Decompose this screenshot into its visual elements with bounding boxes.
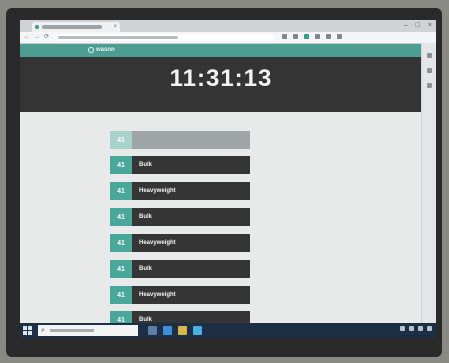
window-controls: – □ × — [404, 22, 432, 30]
logo-text: wasnn — [96, 47, 115, 53]
schedule-row[interactable]: 41 Heavyweight — [110, 182, 352, 200]
logo-icon — [88, 47, 94, 53]
windows-taskbar: ⌕ — [20, 323, 436, 338]
system-tray — [400, 326, 432, 331]
profile-icon[interactable] — [326, 34, 331, 39]
address-bar-row: ← → ⟳ — [20, 32, 436, 44]
back-icon[interactable]: ← — [24, 34, 30, 41]
url-text — [58, 36, 178, 39]
start-button[interactable] — [23, 326, 32, 335]
tab-close-icon[interactable]: × — [113, 23, 117, 31]
scroll-icon[interactable] — [426, 68, 432, 73]
taskbar-apps — [148, 326, 202, 335]
schedule-row[interactable]: 41 Heavyweight — [110, 234, 352, 252]
load-type-label — [132, 131, 250, 149]
schedule-row[interactable]: 41 Bulk — [110, 156, 352, 174]
door-badge: 41 — [110, 286, 132, 304]
scroll-icon[interactable] — [426, 53, 432, 58]
door-badge: 41 — [110, 208, 132, 226]
door-badge: 41 — [110, 182, 132, 200]
forward-icon[interactable]: → — [34, 34, 40, 41]
url-input[interactable] — [54, 34, 274, 41]
search-icon: ⌕ — [41, 327, 45, 334]
extension-icon[interactable] — [282, 34, 287, 39]
reload-icon[interactable]: ⟳ — [44, 34, 49, 41]
search-placeholder — [50, 329, 94, 332]
taskbar-search-input[interactable]: ⌕ — [38, 325, 138, 336]
load-type-label: Bulk — [132, 260, 250, 278]
load-type-label: Bulk — [132, 208, 250, 226]
browser-tab[interactable]: × — [32, 22, 120, 32]
nav-buttons: ← → ⟳ — [24, 34, 49, 41]
app-header: wasnn — [20, 44, 436, 57]
schedule-board: 41 41 Bulk 41 Heavyweight 41 Bulk 41 Hea… — [20, 111, 422, 329]
clock-tray-icon[interactable] — [418, 326, 423, 331]
task-view-icon[interactable] — [148, 326, 157, 335]
screen: × – □ × ← → ⟳ wasnn 11:31:13 41 41 Bulk … — [20, 20, 436, 338]
browser-tab-strip: × – □ × — [20, 20, 436, 32]
maximize-button[interactable]: □ — [416, 22, 420, 30]
browser-app-icon[interactable] — [163, 326, 172, 335]
door-badge: 41 — [110, 234, 132, 252]
schedule-row[interactable]: 41 Heavyweight — [110, 286, 352, 304]
load-type-label: Heavyweight — [132, 234, 250, 252]
file-explorer-icon[interactable] — [178, 326, 187, 335]
windows-logo-icon — [23, 326, 27, 330]
windows-logo-icon — [23, 331, 27, 335]
schedule-row[interactable]: 41 Bulk — [110, 260, 352, 278]
minimize-button[interactable]: – — [404, 22, 408, 30]
schedule-row[interactable]: 41 — [110, 131, 352, 149]
load-type-label: Heavyweight — [132, 182, 250, 200]
load-type-label: Bulk — [132, 156, 250, 174]
extension-icon[interactable] — [315, 34, 320, 39]
scroll-icon[interactable] — [426, 83, 432, 88]
door-badge: 41 — [110, 260, 132, 278]
clock-time: 11:31:13 — [169, 65, 273, 92]
close-window-button[interactable]: × — [428, 22, 432, 30]
windows-logo-icon — [28, 326, 32, 330]
notification-icon[interactable] — [427, 326, 432, 331]
schedule-row[interactable]: 41 Bulk — [110, 208, 352, 226]
vertical-scrollbar[interactable] — [421, 43, 436, 323]
clock-banner: 11:31:13 — [20, 57, 436, 112]
extension-icon[interactable] — [304, 34, 309, 39]
load-type-label: Heavyweight — [132, 286, 250, 304]
favicon-icon — [35, 25, 39, 29]
app-logo[interactable]: wasnn — [88, 47, 115, 53]
door-badge: 41 — [110, 131, 132, 149]
windows-logo-icon — [28, 331, 32, 335]
extension-icon[interactable] — [293, 34, 298, 39]
extension-icons — [282, 34, 342, 39]
app-icon[interactable] — [193, 326, 202, 335]
tab-title — [42, 25, 102, 29]
menu-icon[interactable] — [337, 34, 342, 39]
network-icon[interactable] — [400, 326, 405, 331]
door-badge: 41 — [110, 156, 132, 174]
volume-icon[interactable] — [409, 326, 414, 331]
